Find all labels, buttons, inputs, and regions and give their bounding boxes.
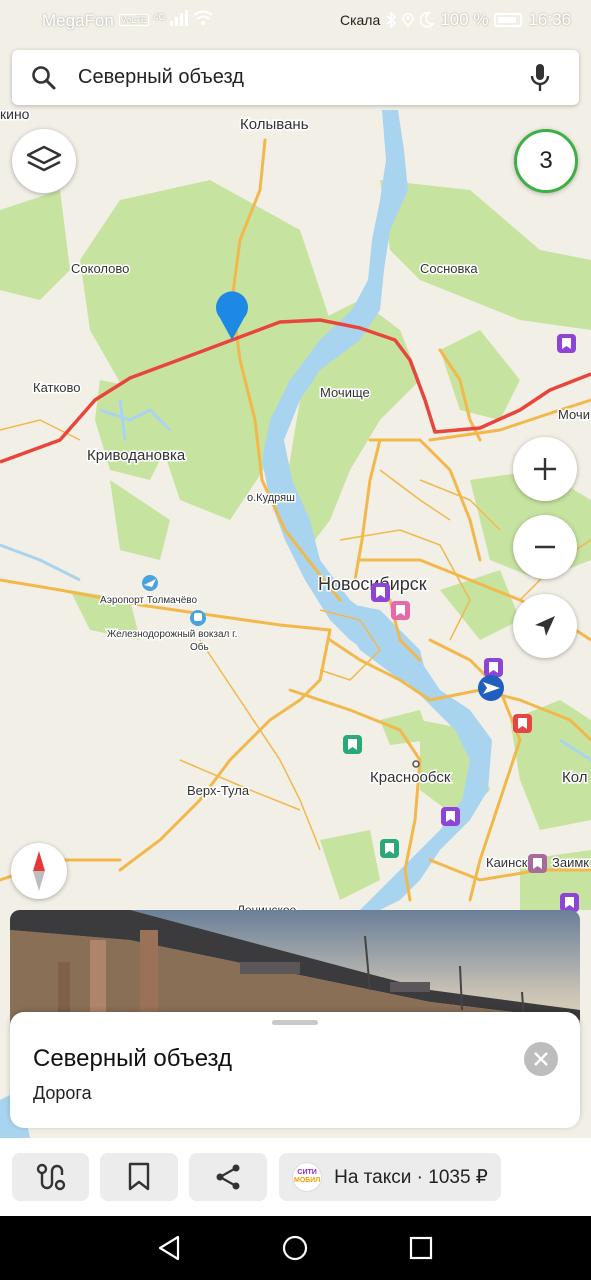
label-krasnoobsk: Краснообск bbox=[370, 769, 451, 786]
route-button[interactable] bbox=[12, 1153, 89, 1201]
bluetooth-icon bbox=[386, 12, 397, 28]
poi-marker-red[interactable] bbox=[513, 714, 532, 733]
taxi-button[interactable]: СИТИ МОБИЛ На такси · 1035 ₽ bbox=[279, 1153, 501, 1201]
minus-icon bbox=[535, 545, 555, 549]
recents-square-icon[interactable] bbox=[408, 1235, 434, 1261]
bookmark-button[interactable] bbox=[100, 1153, 178, 1201]
route-icon bbox=[36, 1163, 65, 1191]
traffic-level: 3 bbox=[539, 147, 553, 174]
do-not-disturb-moon-icon bbox=[420, 12, 435, 28]
poi-marker-purple[interactable] bbox=[557, 334, 576, 353]
label-airport: Аэропорт Толмачёво bbox=[100, 595, 197, 606]
poi-marker-green[interactable] bbox=[343, 735, 362, 754]
plus-icon bbox=[534, 458, 556, 480]
place-subtitle: Дорога bbox=[33, 1083, 92, 1103]
status-left: MegaFon VoLTE 4G bbox=[42, 10, 213, 31]
poi-marker-mauve[interactable] bbox=[528, 854, 547, 873]
compass-button[interactable] bbox=[11, 843, 67, 899]
battery-percent: 100 % bbox=[440, 10, 489, 29]
poi-marker-green[interactable] bbox=[380, 839, 399, 858]
place-title: Северный объезд bbox=[33, 1045, 233, 1072]
bookmark-icon bbox=[128, 1162, 150, 1191]
compass-icon bbox=[33, 851, 45, 891]
taxi-price-label: На такси · 1035 ₽ bbox=[334, 1166, 488, 1188]
label-sokolovo: Соколово bbox=[71, 261, 129, 276]
share-button[interactable] bbox=[189, 1153, 267, 1201]
layers-icon bbox=[26, 145, 62, 172]
navigation-arrow-icon bbox=[535, 616, 555, 636]
label-katkovo: Катково bbox=[33, 380, 81, 395]
home-circle-icon[interactable] bbox=[282, 1235, 308, 1261]
label-krivodanovka: Криводановка bbox=[87, 447, 186, 464]
label-zaimka: Заимк bbox=[552, 855, 589, 870]
train-station-icon[interactable] bbox=[190, 610, 206, 626]
zoom-out-button[interactable] bbox=[513, 515, 577, 579]
label-kainsk: Каинск bbox=[486, 855, 528, 870]
poi-marker-pink[interactable] bbox=[391, 601, 410, 620]
label-kino: кино bbox=[0, 106, 30, 122]
label-sosnovka: Сосновка bbox=[420, 261, 478, 276]
close-card-button[interactable] bbox=[524, 1042, 558, 1076]
battery-icon bbox=[494, 13, 523, 27]
zoom-in-button[interactable] bbox=[513, 437, 577, 501]
microphone-icon[interactable] bbox=[529, 63, 551, 93]
close-icon bbox=[534, 1052, 548, 1066]
airport-icon[interactable] bbox=[142, 575, 158, 591]
search-input[interactable]: Северный объезд bbox=[78, 66, 244, 89]
signal-icon bbox=[170, 10, 189, 26]
label-kolyvan: Колывань bbox=[240, 116, 309, 133]
poi-marker-purple[interactable] bbox=[484, 658, 503, 677]
label-kol: Кол bbox=[562, 769, 588, 786]
place-card[interactable]: Северный объезд Дорога bbox=[10, 1012, 580, 1128]
status-right: Скала 100 % 16:36 bbox=[340, 10, 571, 30]
clock: 16:36 bbox=[528, 10, 571, 29]
label-station-1: Железнодорожный вокзал г. bbox=[107, 629, 237, 640]
traffic-level-button[interactable]: 3 bbox=[514, 129, 578, 193]
share-icon bbox=[216, 1164, 240, 1190]
search-bar[interactable]: Северный объезд bbox=[12, 50, 579, 105]
drag-handle[interactable] bbox=[272, 1020, 318, 1025]
my-location-button[interactable] bbox=[513, 594, 577, 658]
location-icon bbox=[402, 13, 415, 28]
system-nav-bar bbox=[0, 1216, 591, 1280]
taxi-logo-line1: СИТИ bbox=[297, 1169, 317, 1176]
back-triangle-icon[interactable] bbox=[156, 1235, 182, 1261]
label-station-2: Обь bbox=[190, 641, 209, 653]
action-bar: СИТИ МОБИЛ На такси · 1035 ₽ bbox=[0, 1138, 591, 1216]
status-app-label: Скала bbox=[339, 12, 381, 28]
taxi-logo: СИТИ МОБИЛ bbox=[292, 1162, 323, 1192]
search-icon[interactable] bbox=[31, 65, 57, 91]
carrier-name: MegaFon bbox=[42, 11, 114, 30]
label-kudryash: о.Кудряш bbox=[247, 492, 295, 504]
label-mochische: Мочище bbox=[320, 385, 370, 400]
layers-button[interactable] bbox=[12, 129, 76, 193]
label-mochi: Мочи bbox=[558, 407, 590, 422]
poi-marker-purple[interactable] bbox=[441, 807, 460, 826]
transport-hub-icon[interactable] bbox=[478, 675, 504, 701]
label-verkh-tula: Верх-Тула bbox=[187, 783, 250, 798]
network-type: 4G bbox=[153, 12, 166, 22]
volte-badge: VoLTE bbox=[118, 14, 149, 26]
wifi-icon bbox=[193, 10, 213, 25]
status-bar: MegaFon VoLTE 4G Скала 100 % 16:36 bbox=[0, 0, 591, 40]
taxi-logo-line2: МОБИЛ bbox=[293, 1177, 321, 1184]
poi-marker-purple[interactable] bbox=[371, 583, 390, 602]
